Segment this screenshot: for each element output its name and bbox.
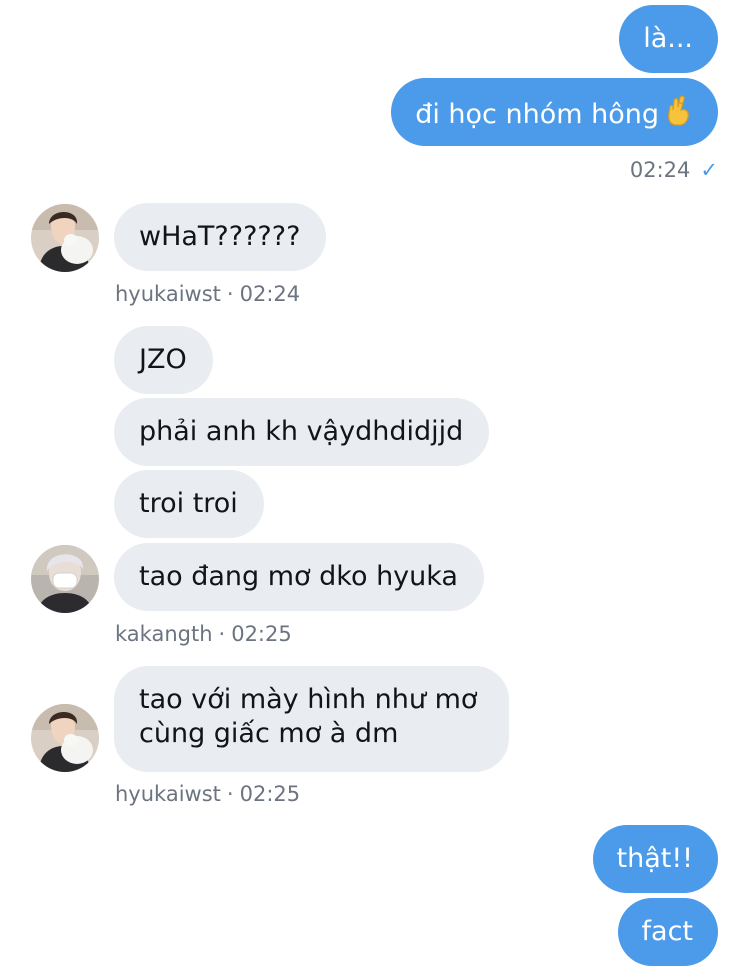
- sender-name: kakangth: [115, 622, 213, 646]
- message-text: phải anh kh vậydhdidjjd: [139, 416, 464, 447]
- sender-name: hyukaiwst: [115, 282, 221, 306]
- message-time: 02:25: [231, 622, 292, 646]
- message-bubble-incoming[interactable]: troi troi: [114, 470, 264, 538]
- message-bubble-incoming[interactable]: JZO: [114, 326, 213, 394]
- message-text: troi troi: [139, 488, 238, 519]
- crossed-fingers-icon: [665, 95, 693, 136]
- message-meta-incoming: kakangth · 02:25: [115, 621, 292, 647]
- message-bubble-incoming[interactable]: tao đang mơ dko hyuka: [114, 543, 484, 611]
- avatar-hyukaiwst[interactable]: [31, 204, 99, 272]
- message-bubble-outgoing[interactable]: đi học nhóm hông: [391, 78, 718, 146]
- message-text: tao đang mơ dko hyuka: [139, 561, 458, 592]
- message-meta-incoming: hyukaiwst · 02:24: [115, 281, 300, 307]
- message-line: tao với mày hình như mơ: [139, 684, 478, 715]
- message-text: wHaT??????: [139, 221, 301, 252]
- meta-separator: ·: [226, 782, 234, 806]
- message-meta-outgoing: 02:24 ✓: [630, 157, 718, 183]
- message-text: là...: [643, 23, 693, 54]
- message-time: 02:24: [629, 158, 691, 182]
- avatar-hyukaiwst[interactable]: [31, 704, 99, 772]
- message-bubble-incoming[interactable]: wHaT??????: [114, 203, 327, 271]
- message-line: cùng giấc mơ à dm: [139, 718, 399, 749]
- message-meta-incoming: hyukaiwst · 02:25: [115, 781, 300, 807]
- message-text: fact: [641, 916, 693, 947]
- sent-check-icon: ✓: [700, 158, 718, 182]
- message-bubble-outgoing[interactable]: thật!!: [592, 825, 718, 893]
- message-bubble-outgoing[interactable]: là...: [619, 5, 718, 73]
- message-time: 02:25: [239, 782, 301, 806]
- message-time: 02:24: [239, 282, 301, 306]
- message-bubble-incoming[interactable]: tao với mày hình như mơ cùng giấc mơ à d…: [114, 666, 510, 772]
- meta-separator: ·: [226, 282, 234, 306]
- message-text: JZO: [139, 344, 187, 375]
- message-bubble-incoming[interactable]: phải anh kh vậydhdidjjd: [114, 398, 490, 466]
- message-text: thật!!: [616, 843, 693, 874]
- meta-separator: ·: [218, 622, 226, 646]
- avatar-kakangth[interactable]: [31, 545, 99, 613]
- sender-name: hyukaiwst: [115, 782, 221, 806]
- message-text: đi học nhóm hông: [415, 99, 659, 130]
- message-bubble-outgoing[interactable]: fact: [617, 898, 718, 966]
